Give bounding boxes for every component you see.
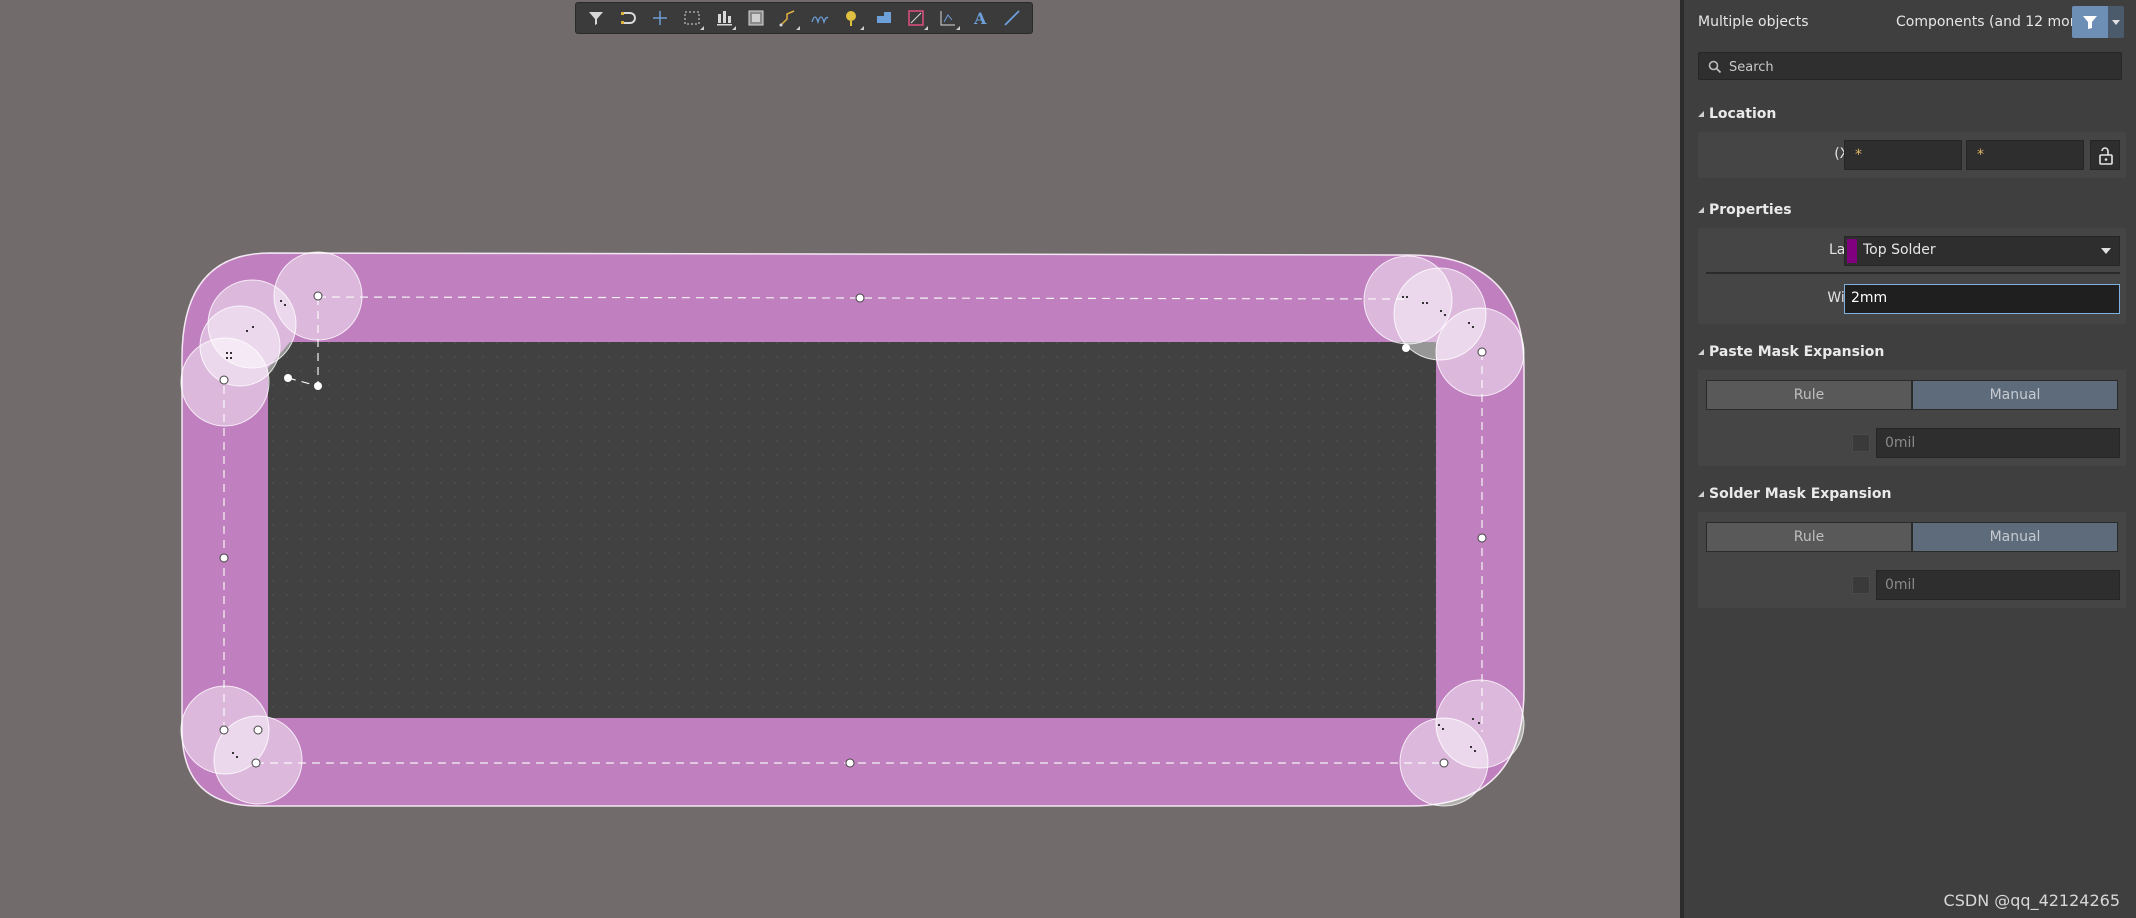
paste-mask-manual-button[interactable]: Manual [1912, 380, 2118, 410]
chevron-down-icon [2112, 20, 2120, 25]
y-field[interactable]: * [1966, 140, 2084, 170]
snap-tool-button[interactable] [614, 4, 642, 32]
keepout-tool-button[interactable] [902, 4, 930, 32]
component-icon [748, 10, 764, 26]
line-icon [1004, 10, 1020, 26]
location-section: (X/Y) * * [1698, 132, 2126, 178]
snap-magnet-icon [621, 12, 636, 24]
x-field[interactable]: * [1844, 140, 1962, 170]
selection-filter-dropdown[interactable] [2108, 6, 2124, 38]
route-tool-button[interactable] [774, 4, 802, 32]
align-tool-button[interactable] [710, 4, 738, 32]
search-icon [1708, 60, 1722, 74]
watermark: CSDN @qq_42124265 [1943, 891, 2120, 910]
selection-filter-button[interactable] [2072, 6, 2108, 38]
paste-mask-section: Rule Manual 0mil [1698, 370, 2126, 466]
route-track-icon [779, 10, 795, 27]
paste-mask-rule-button[interactable]: Rule [1706, 380, 1912, 410]
add-cross-icon [653, 11, 667, 25]
text-icon: A [973, 9, 987, 28]
lock-button[interactable] [2090, 140, 2120, 170]
selection-filter-summary: Components (and 12 more) [1896, 14, 2090, 30]
svg-text:A: A [973, 9, 987, 28]
solder-mask-rule-button[interactable]: Rule [1706, 522, 1912, 552]
dimension-icon [940, 11, 955, 26]
polygon-tool-button[interactable] [870, 4, 898, 32]
diffpair-tool-button[interactable] [806, 4, 834, 32]
polygon-pour-icon [877, 12, 891, 23]
text-tool-button[interactable]: A [966, 4, 994, 32]
pcb-drawing[interactable] [0, 0, 1680, 918]
collapse-arrow-icon [1698, 491, 1704, 497]
collapse-arrow-icon [1698, 349, 1704, 355]
properties-section: Layer Top Solder Width 2mm [1698, 228, 2126, 324]
solder-mask-section: Rule Manual 0mil [1698, 512, 2126, 608]
paste-mask-value-field[interactable]: 0mil [1876, 428, 2120, 458]
align-bars-icon [717, 11, 732, 26]
component-tool-button[interactable] [742, 4, 770, 32]
location-title: Location [1709, 106, 1777, 122]
layer-select[interactable]: Top Solder [1844, 236, 2120, 266]
floating-toolbar: A [575, 2, 1033, 34]
chevron-down-icon [2101, 248, 2111, 254]
solder-mask-manual-button[interactable]: Manual [1912, 522, 2118, 552]
paste-mask-checkbox[interactable] [1852, 434, 1870, 452]
via-pad-icon [846, 11, 856, 26]
filter-icon [2083, 16, 2097, 29]
paste-mask-title: Paste Mask Expansion [1709, 344, 1885, 360]
search-input[interactable] [1727, 55, 2111, 79]
via-tool-button[interactable] [838, 4, 866, 32]
add-tool-button[interactable] [646, 4, 674, 32]
pcb-canvas[interactable] [0, 0, 1680, 918]
width-input[interactable]: 2mm [1844, 284, 2120, 314]
solder-mask-value-field[interactable]: 0mil [1876, 570, 2120, 600]
select-rectangle-icon [684, 11, 700, 25]
dimension-tool-button[interactable] [934, 4, 962, 32]
solder-mask-checkbox[interactable] [1852, 576, 1870, 594]
properties-panel: Multiple objects Components (and 12 more… [1680, 0, 2136, 918]
layer-value: Top Solder [1863, 242, 1936, 258]
solder-mask-section-header[interactable]: Solder Mask Expansion [1698, 486, 1891, 502]
keepout-icon [908, 10, 924, 26]
properties-section-header[interactable]: Properties [1698, 202, 1792, 218]
diff-pair-icon [811, 16, 829, 25]
filter-tool-button[interactable] [582, 4, 610, 32]
layer-color-swatch [1847, 239, 1857, 263]
filter-icon [589, 12, 603, 25]
unlock-icon [2099, 147, 2113, 165]
line-tool-button[interactable] [998, 4, 1026, 32]
divider [1706, 272, 2120, 274]
properties-title: Properties [1709, 202, 1792, 218]
select-tool-button[interactable] [678, 4, 706, 32]
selection-summary: Multiple objects [1698, 14, 1809, 30]
paste-mask-section-header[interactable]: Paste Mask Expansion [1698, 344, 1884, 360]
search-box[interactable] [1698, 52, 2122, 80]
solder-mask-title: Solder Mask Expansion [1709, 486, 1892, 502]
collapse-arrow-icon [1698, 111, 1704, 117]
location-section-header[interactable]: Location [1698, 106, 1776, 122]
collapse-arrow-icon [1698, 207, 1704, 213]
